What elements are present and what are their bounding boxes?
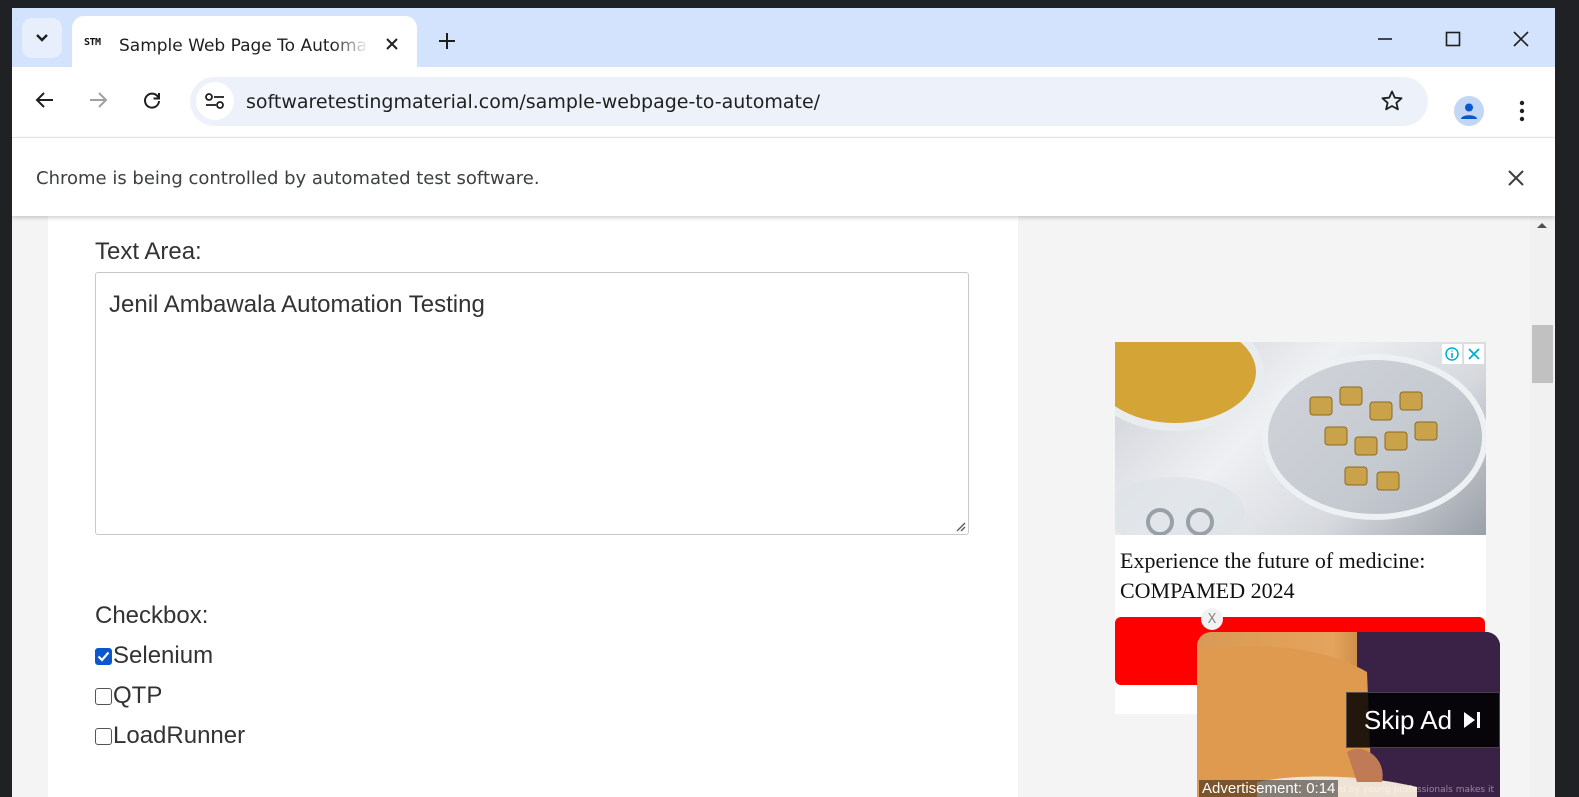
chrome-menu-button[interactable] <box>1512 96 1532 126</box>
close-icon[interactable] <box>1464 344 1484 364</box>
star-icon <box>1381 90 1403 111</box>
tab-title: Sample Web Page To Automate <box>119 36 369 56</box>
new-tab-button[interactable] <box>432 26 462 56</box>
tune-icon <box>205 93 224 109</box>
scrollbar-thumb[interactable] <box>1532 325 1553 383</box>
maximize-button[interactable] <box>1438 24 1468 54</box>
close-icon <box>1508 170 1524 186</box>
checkbox-selenium-row[interactable]: Selenium <box>95 642 214 669</box>
resize-grip-icon[interactable] <box>954 520 966 532</box>
ad-photo-graphic <box>1115 342 1486 535</box>
site-info-button[interactable] <box>196 82 234 120</box>
infobar-message: Chrome is being controlled by automated … <box>36 168 540 189</box>
checkmark-icon <box>97 651 110 662</box>
checkbox-qtp-row[interactable]: QTP <box>95 682 163 709</box>
tab-strip: STM Sample Web Page To Automate <box>12 8 1555 67</box>
skip-next-icon <box>1464 712 1481 728</box>
main-content: Text Area: Jenil Ambawala Automation Tes… <box>48 215 1018 797</box>
checkbox-qtp[interactable] <box>95 687 112 705</box>
text-area[interactable]: Jenil Ambawala Automation Testing <box>95 272 969 535</box>
address-bar[interactable]: softwaretestingmaterial.com/sample-webpa… <box>190 77 1428 126</box>
close-icon <box>386 38 398 50</box>
reload-button[interactable] <box>137 85 167 115</box>
checkbox-loadrunner-row[interactable]: LoadRunner <box>95 722 246 749</box>
skip-ad-button[interactable]: Skip Ad <box>1346 692 1500 748</box>
automation-infobar: Chrome is being controlled by automated … <box>12 137 1555 216</box>
close-icon <box>1513 31 1529 47</box>
back-button[interactable] <box>30 85 60 115</box>
info-icon[interactable] <box>1442 344 1462 364</box>
close-window-button[interactable] <box>1506 24 1536 54</box>
checkbox-qtp-label: QTP <box>113 682 163 709</box>
checkbox-loadrunner-label: LoadRunner <box>113 722 246 749</box>
ad-image[interactable] <box>1115 342 1486 535</box>
plus-icon <box>439 33 455 49</box>
tab-search-button[interactable] <box>22 18 62 58</box>
textarea-value: Jenil Ambawala Automation Testing <box>109 291 485 318</box>
maximize-icon <box>1445 31 1461 47</box>
scroll-up-arrow-icon[interactable] <box>1536 221 1548 229</box>
bookmark-button[interactable] <box>1380 89 1404 117</box>
video-ad-close-button[interactable]: X <box>1201 608 1223 630</box>
chevron-down-icon <box>36 34 48 42</box>
skip-ad-label: Skip Ad <box>1363 704 1453 735</box>
minimize-icon <box>1378 38 1392 40</box>
ad-countdown: Advertisement: 0:14 <box>1199 780 1339 797</box>
tab-close-button[interactable] <box>382 34 402 54</box>
url-text[interactable]: softwaretestingmaterial.com/sample-webpa… <box>246 91 820 113</box>
page-scrollbar[interactable] <box>1530 215 1555 797</box>
checkbox-loadrunner[interactable] <box>95 727 112 745</box>
page-viewport: Text Area: Jenil Ambawala Automation Tes… <box>12 215 1555 797</box>
checkbox-selenium[interactable] <box>95 647 112 665</box>
checkbox-selenium-label: Selenium <box>113 642 214 669</box>
person-icon <box>1461 103 1477 119</box>
more-vert-icon <box>1519 100 1525 122</box>
reload-icon <box>144 92 160 109</box>
video-ad[interactable]: Skip Ad ded by young professionals makes… <box>1197 632 1500 797</box>
arrow-right-icon <box>90 92 108 108</box>
forward-button[interactable] <box>83 85 113 115</box>
favicon-icon: STM <box>84 37 101 48</box>
browser-window: STM Sample Web Page To Automate software… <box>12 8 1555 797</box>
minimize-button[interactable] <box>1370 24 1400 54</box>
textarea-label: Text Area: <box>95 238 202 265</box>
tab-active[interactable]: STM Sample Web Page To Automate <box>72 16 417 67</box>
arrow-left-icon <box>35 92 53 108</box>
infobar-close-button[interactable] <box>1504 166 1528 190</box>
video-fine-print: ded by young professionals makes it <box>1329 785 1494 795</box>
profile-button[interactable] <box>1454 96 1484 126</box>
browser-toolbar: softwaretestingmaterial.com/sample-webpa… <box>12 67 1555 137</box>
ad-headline[interactable]: Experience the future of medicine: COMPA… <box>1120 546 1480 606</box>
checkbox-label: Checkbox: <box>95 602 209 629</box>
ad-choices[interactable] <box>1442 344 1484 364</box>
